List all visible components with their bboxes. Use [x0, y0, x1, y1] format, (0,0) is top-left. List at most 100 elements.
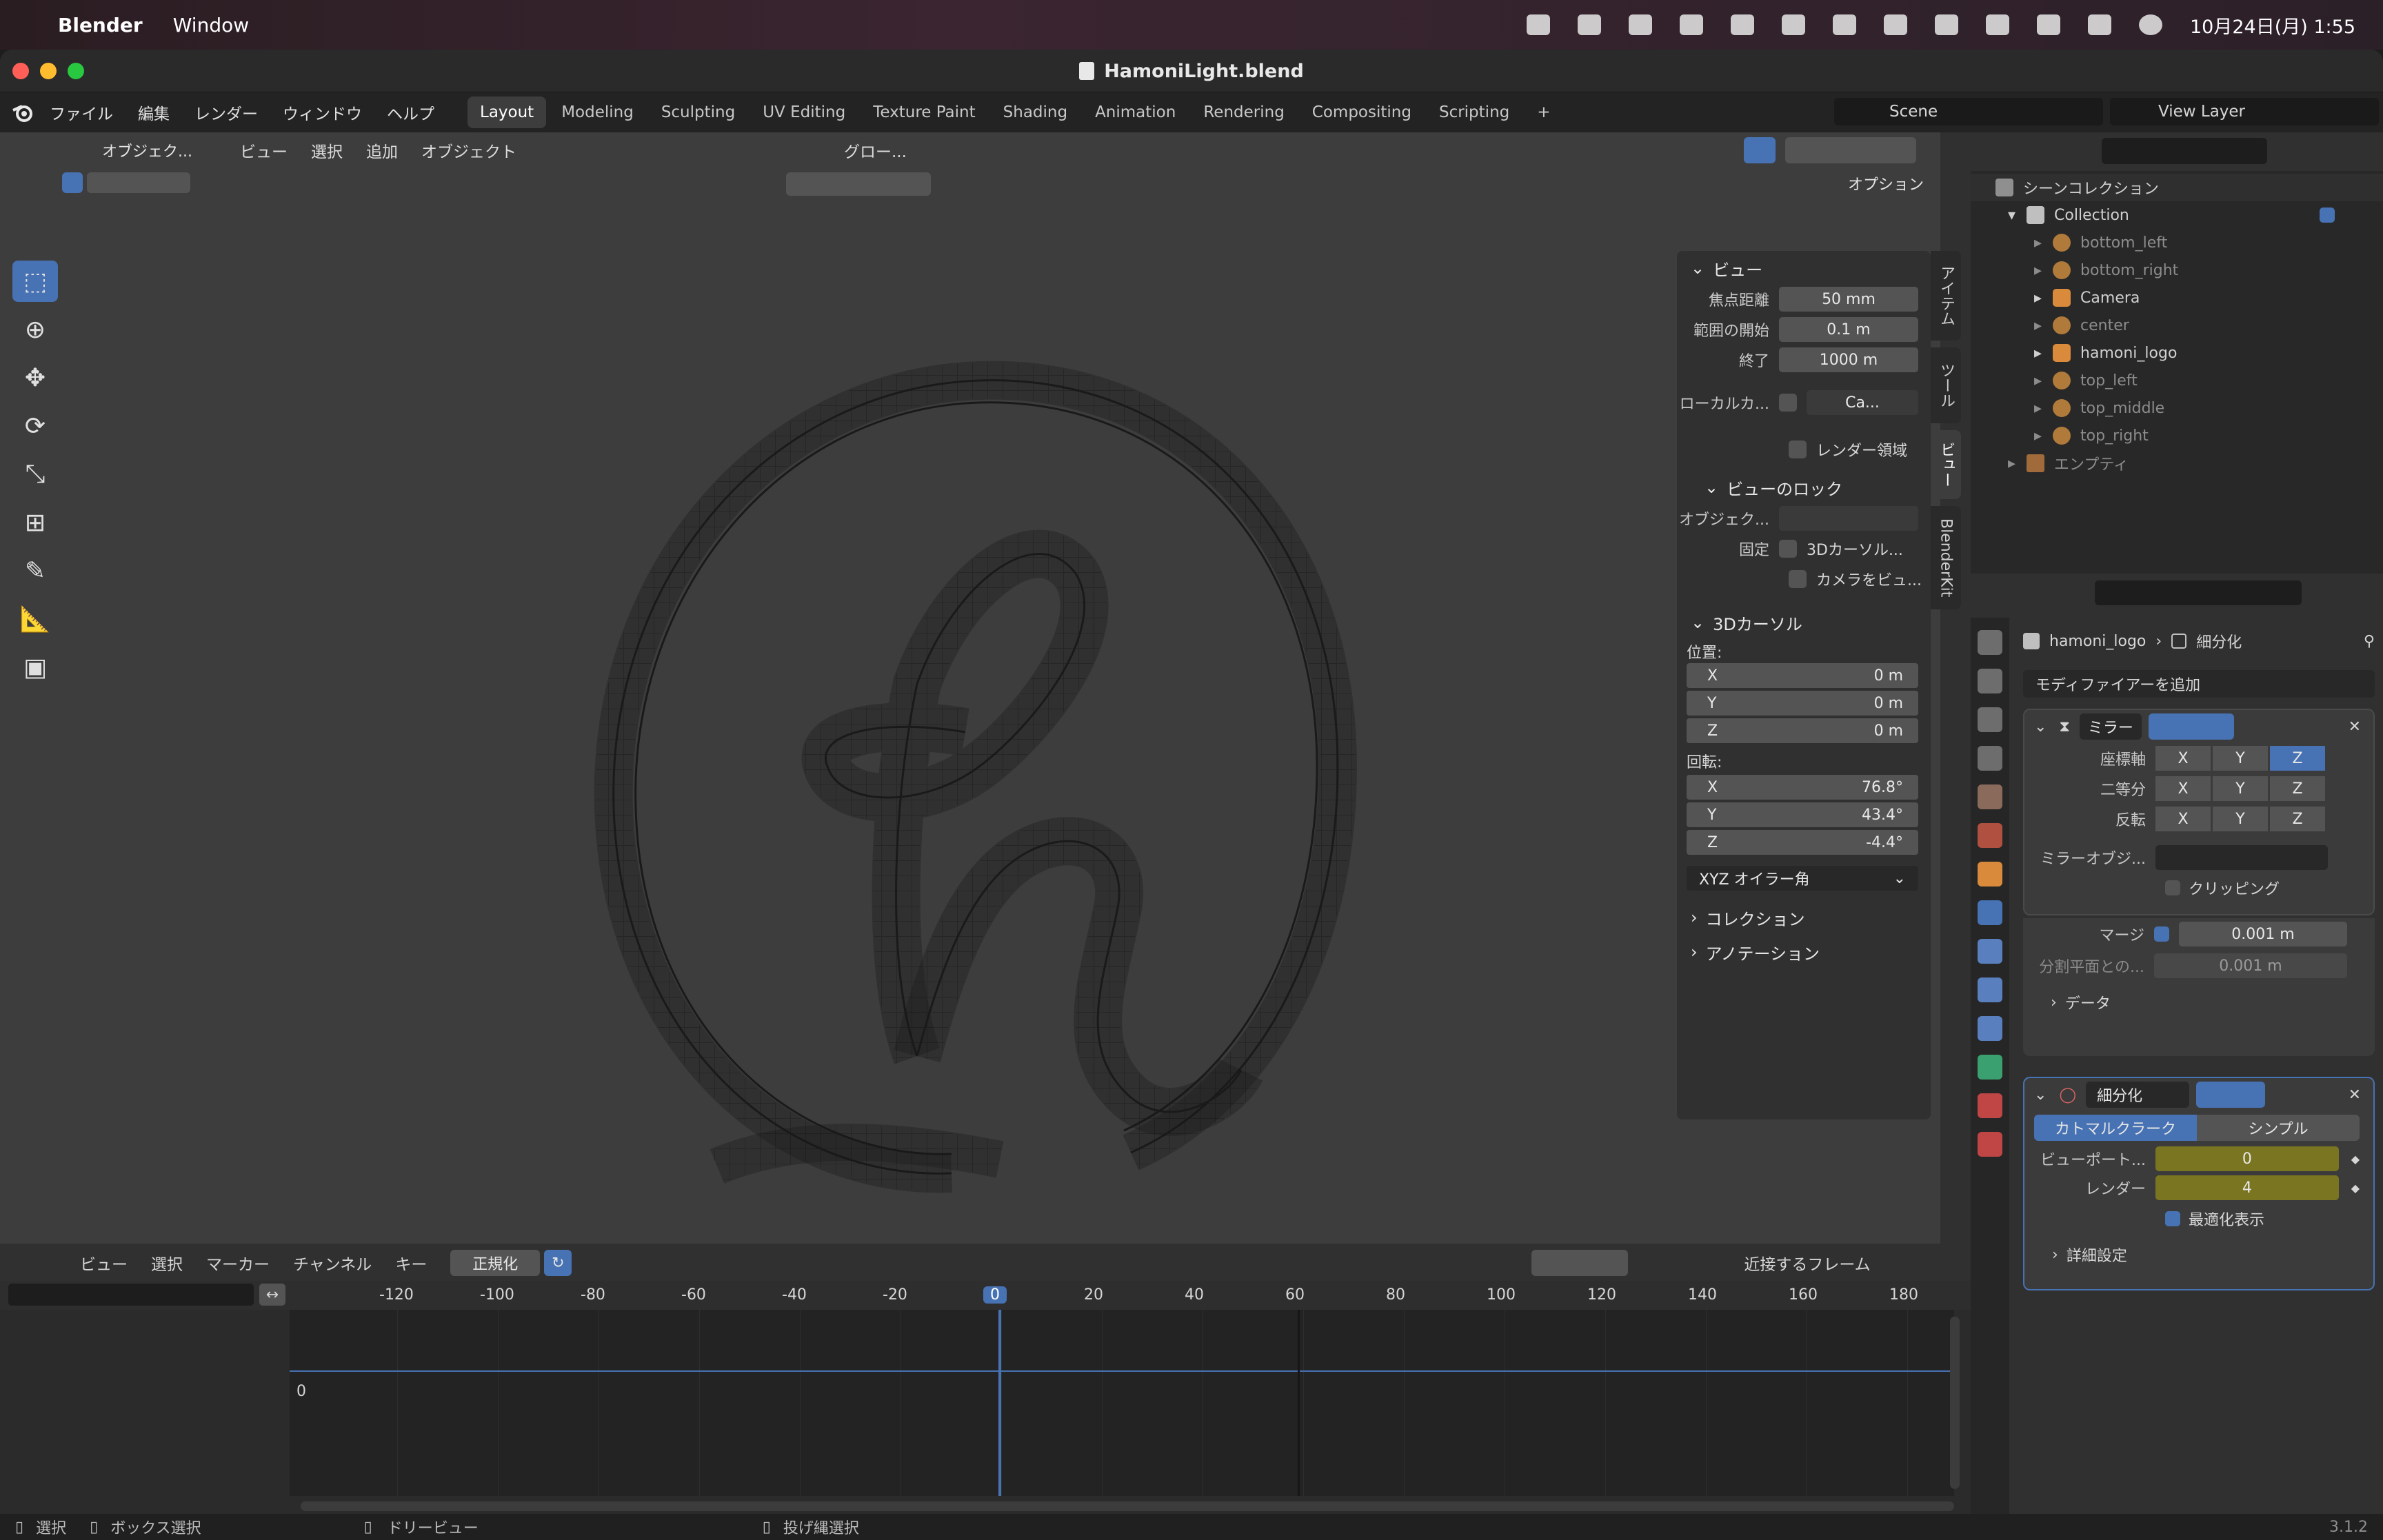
local-camera-checkbox[interactable] — [1779, 394, 1797, 412]
menu-help[interactable]: ヘルプ — [387, 101, 434, 124]
simple-button[interactable]: シンプル — [2197, 1115, 2360, 1141]
close-icon[interactable]: ✕ — [2349, 1086, 2361, 1104]
cursor-location-y[interactable]: Y 0 m — [1687, 691, 1918, 716]
outliner-item-top-right[interactable]: ▸ top_right — [1971, 422, 2383, 449]
editor-type-button[interactable] — [12, 1250, 61, 1276]
merge-checkbox[interactable] — [2154, 926, 2169, 942]
catmull-clark-button[interactable]: カトマルクラーク — [2034, 1115, 2197, 1141]
cursor-rotation-z[interactable]: Z -4.4° — [1687, 830, 1918, 855]
auto-normalize-icon[interactable]: ↻ — [544, 1250, 572, 1276]
mode-selector[interactable]: オブジェク... — [70, 137, 222, 163]
collection-section-header[interactable]: › コレクション — [1677, 900, 1931, 935]
world-tab-icon[interactable] — [1978, 823, 2002, 848]
outliner-search-input[interactable] — [2102, 138, 2267, 164]
view-section-header[interactable]: ⌄ ビュー — [1677, 251, 1931, 285]
tab-view[interactable]: ビュー — [1931, 430, 1961, 499]
overlay-toggle[interactable] — [1659, 137, 1734, 163]
menu-channel[interactable]: チャンネル — [293, 1251, 372, 1275]
tab-blenderkit[interactable]: BlenderKit — [1931, 506, 1961, 609]
mirror-object-field[interactable] — [2155, 845, 2328, 870]
transform-orientation[interactable]: グロー... — [844, 139, 907, 162]
scene-selector[interactable]: Scene — [1834, 98, 2103, 125]
workspace-tab-rendering[interactable]: Rendering — [1191, 97, 1296, 128]
add-modifier-dropdown[interactable]: モディファイアーを追加 — [2023, 670, 2375, 698]
constraints-tab-icon[interactable] — [1978, 1016, 2002, 1041]
data-tab-icon[interactable] — [1978, 1055, 2002, 1080]
mirror-flip-x[interactable]: X — [2155, 807, 2211, 831]
search-icon[interactable] — [2037, 14, 2060, 35]
mirror-axis-y[interactable]: Y — [2213, 746, 2268, 771]
add-workspace-button[interactable]: + — [1525, 97, 1562, 128]
lock-camera-checkbox[interactable] — [1789, 570, 1807, 588]
editor-type-button[interactable] — [1984, 580, 2026, 607]
texture-tab-icon[interactable] — [1978, 1132, 2002, 1157]
menu-key[interactable]: キー — [395, 1251, 427, 1275]
tab-item[interactable]: アイテム — [1931, 251, 1961, 341]
cursor-rotation-x[interactable]: X 76.8° — [1687, 775, 1918, 800]
menu-marker[interactable]: マーカー — [206, 1251, 270, 1275]
bisect-distance-field[interactable]: 0.001 m — [2154, 953, 2347, 978]
object-tab-icon[interactable] — [1978, 862, 2002, 886]
outliner-item-hamoni-logo[interactable]: ▸ hamoni_logo — [1971, 339, 2383, 367]
mirror-bisect-z[interactable]: Z — [2270, 776, 2325, 801]
3d-cursor-header[interactable]: ⌄ 3Dカーソル — [1677, 605, 1931, 640]
mirror-axis-x[interactable]: X — [2155, 746, 2211, 771]
timeline-graph-area[interactable] — [290, 1310, 1954, 1496]
render-tab-icon[interactable] — [1978, 669, 2002, 693]
modifier-tab-icon[interactable] — [1978, 900, 2002, 925]
select-mode-buttons[interactable] — [87, 172, 190, 193]
current-frame-indicator[interactable]: 0 — [983, 1286, 1007, 1304]
collection-include-checkbox[interactable] — [2320, 207, 2335, 223]
outliner-item-center[interactable]: ▸ center — [1971, 312, 2383, 339]
editor-type-button[interactable] — [1984, 138, 2026, 164]
app-menu-blender[interactable]: Blender — [58, 14, 143, 37]
cursor-rotation-y[interactable]: Y 43.4° — [1687, 802, 1918, 827]
status-icon[interactable] — [1884, 14, 1907, 35]
playhead-line[interactable] — [998, 1310, 1001, 1496]
workspace-tab-compositing[interactable]: Compositing — [1300, 97, 1424, 128]
add-cube-tool[interactable]: ▣ — [12, 647, 58, 688]
lock-cursor-checkbox[interactable] — [1779, 540, 1797, 558]
status-icon[interactable] — [1680, 14, 1703, 35]
measure-tool[interactable]: 📐 — [12, 598, 58, 640]
editor-type-button[interactable] — [12, 137, 61, 163]
lock-object-field[interactable] — [1779, 506, 1918, 531]
blender-logo-icon[interactable] — [11, 101, 34, 124]
siri-icon[interactable] — [2139, 14, 2162, 35]
normalize-toggle[interactable]: 正規化 — [450, 1250, 541, 1276]
menu-view[interactable]: ビュー — [80, 1251, 128, 1275]
menu-window[interactable]: ウィンドウ — [283, 101, 362, 124]
menu-window[interactable]: Window — [173, 14, 249, 37]
pin-icon[interactable]: ⚲ — [2364, 633, 2375, 650]
workspace-tab-uv-editing[interactable]: UV Editing — [750, 97, 858, 128]
3d-viewport[interactable]: オブジェク... ビュー 選択 追加 オブジェクト グロー... オプション ⬚… — [0, 132, 1961, 1244]
mirror-display-toggles[interactable] — [2148, 713, 2234, 740]
shading-modes[interactable] — [1784, 137, 1916, 163]
mirror-bisect-y[interactable]: Y — [2213, 776, 2268, 801]
keyframe-diamond-icon[interactable]: ◆ — [2351, 1182, 2360, 1195]
snap-mode-dropdown[interactable]: 近接するフレーム — [1744, 1251, 1870, 1275]
outliner-item-bottom-left[interactable]: ▸ bottom_left — [1971, 229, 2383, 256]
render-region-checkbox[interactable] — [1789, 440, 1807, 458]
menu-render[interactable]: レンダー — [194, 101, 258, 124]
mirror-axis-z[interactable]: Z — [2270, 746, 2325, 771]
mirror-name-field[interactable]: ミラー — [2079, 713, 2142, 740]
cursor-location-z[interactable]: Z 0 m — [1687, 718, 1918, 743]
menu-select[interactable]: 選択 — [151, 1251, 183, 1275]
outliner-item-top-middle[interactable]: ▸ top_middle — [1971, 394, 2383, 422]
visibility-filter[interactable] — [786, 172, 931, 196]
annotate-tool[interactable]: ✎ — [12, 550, 58, 591]
menu-view[interactable]: ビュー — [240, 139, 288, 162]
annotation-section-header[interactable]: › アノテーション — [1677, 935, 1931, 969]
transform-tool[interactable]: ⊞ — [12, 502, 58, 543]
menu-file[interactable]: ファイル — [50, 101, 113, 124]
display-mode-button[interactable] — [2036, 138, 2078, 164]
outliner-item-empty[interactable]: ▸ エンプティ — [1971, 449, 2383, 477]
scene-tab-icon[interactable] — [1978, 784, 2002, 809]
view-layer-selector[interactable]: View Layer — [2110, 98, 2379, 125]
workspace-tab-sculpting[interactable]: Sculpting — [649, 97, 747, 128]
mirror-flip-y[interactable]: Y — [2213, 807, 2268, 831]
focal-length-field[interactable]: 50 mm — [1779, 287, 1918, 312]
scene-collection-row[interactable]: シーンコレクション — [1971, 174, 2383, 201]
merge-distance-field[interactable]: 0.001 m — [2179, 922, 2347, 946]
